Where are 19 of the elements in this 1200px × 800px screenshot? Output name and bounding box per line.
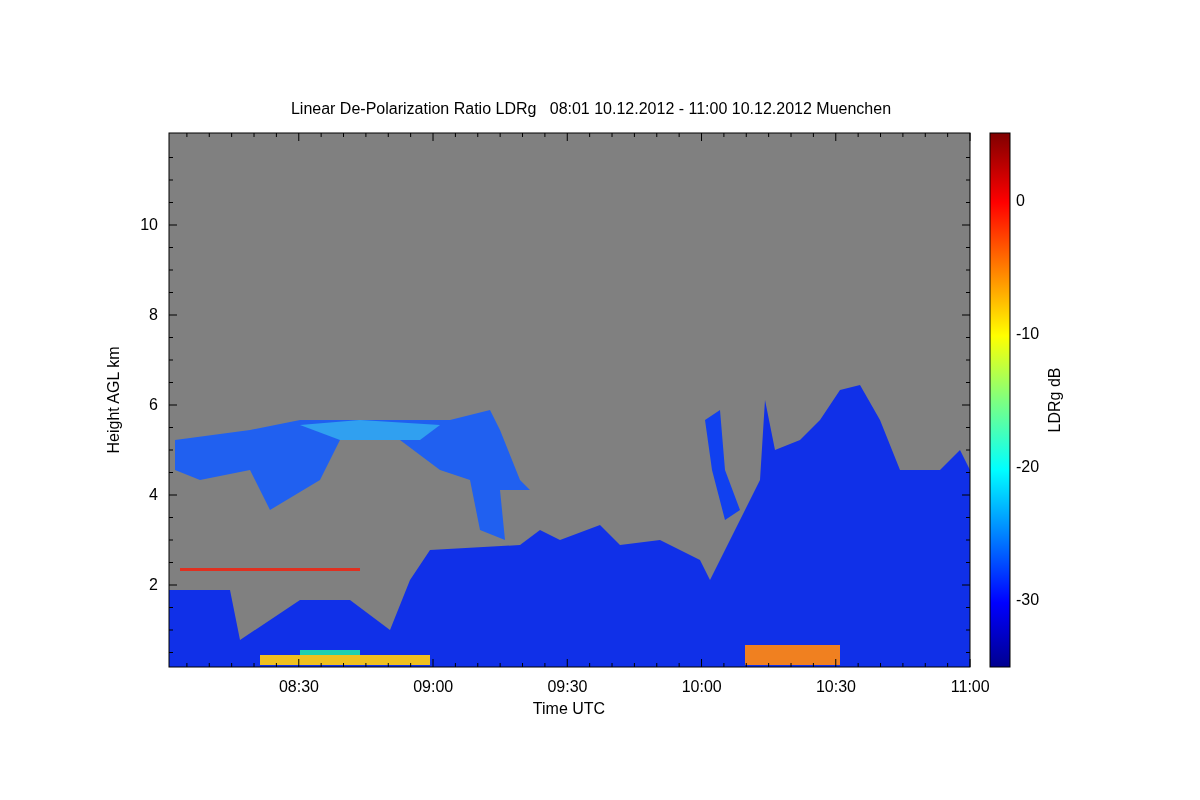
y-axis-title: Height AGL km bbox=[105, 346, 122, 454]
y-tick-label: 8 bbox=[149, 306, 158, 323]
y-tick-label: 4 bbox=[149, 486, 158, 503]
y-tick-label: 6 bbox=[149, 396, 158, 413]
colorbar-tick-label: 0 bbox=[1016, 192, 1025, 209]
x-tick-label: 10:00 bbox=[681, 678, 722, 695]
colorbar-tick-label: -20 bbox=[1016, 458, 1040, 475]
y-tick-label: 10 bbox=[140, 216, 158, 233]
x-tick-label: 08:30 bbox=[279, 678, 319, 695]
x-tick-label: 09:30 bbox=[547, 678, 588, 695]
x-tick-label: 09:00 bbox=[413, 678, 454, 695]
x-axis-title: Time UTC bbox=[532, 700, 606, 717]
colorbar-title: LDRg dB bbox=[1046, 367, 1063, 433]
colorbar-tick-label: -30 bbox=[1016, 591, 1040, 608]
colorbar-tick-label: -10 bbox=[1016, 325, 1040, 342]
x-tick-label: 11:00 bbox=[950, 678, 990, 695]
chart-title: Linear De-Polarization Ratio LDRg 08:01 10.12.2012 - 11:00 10.12.2012 Muenchen bbox=[290, 100, 892, 117]
y-tick-label: 2 bbox=[149, 576, 158, 593]
x-tick-label: 10:30 bbox=[816, 678, 856, 695]
